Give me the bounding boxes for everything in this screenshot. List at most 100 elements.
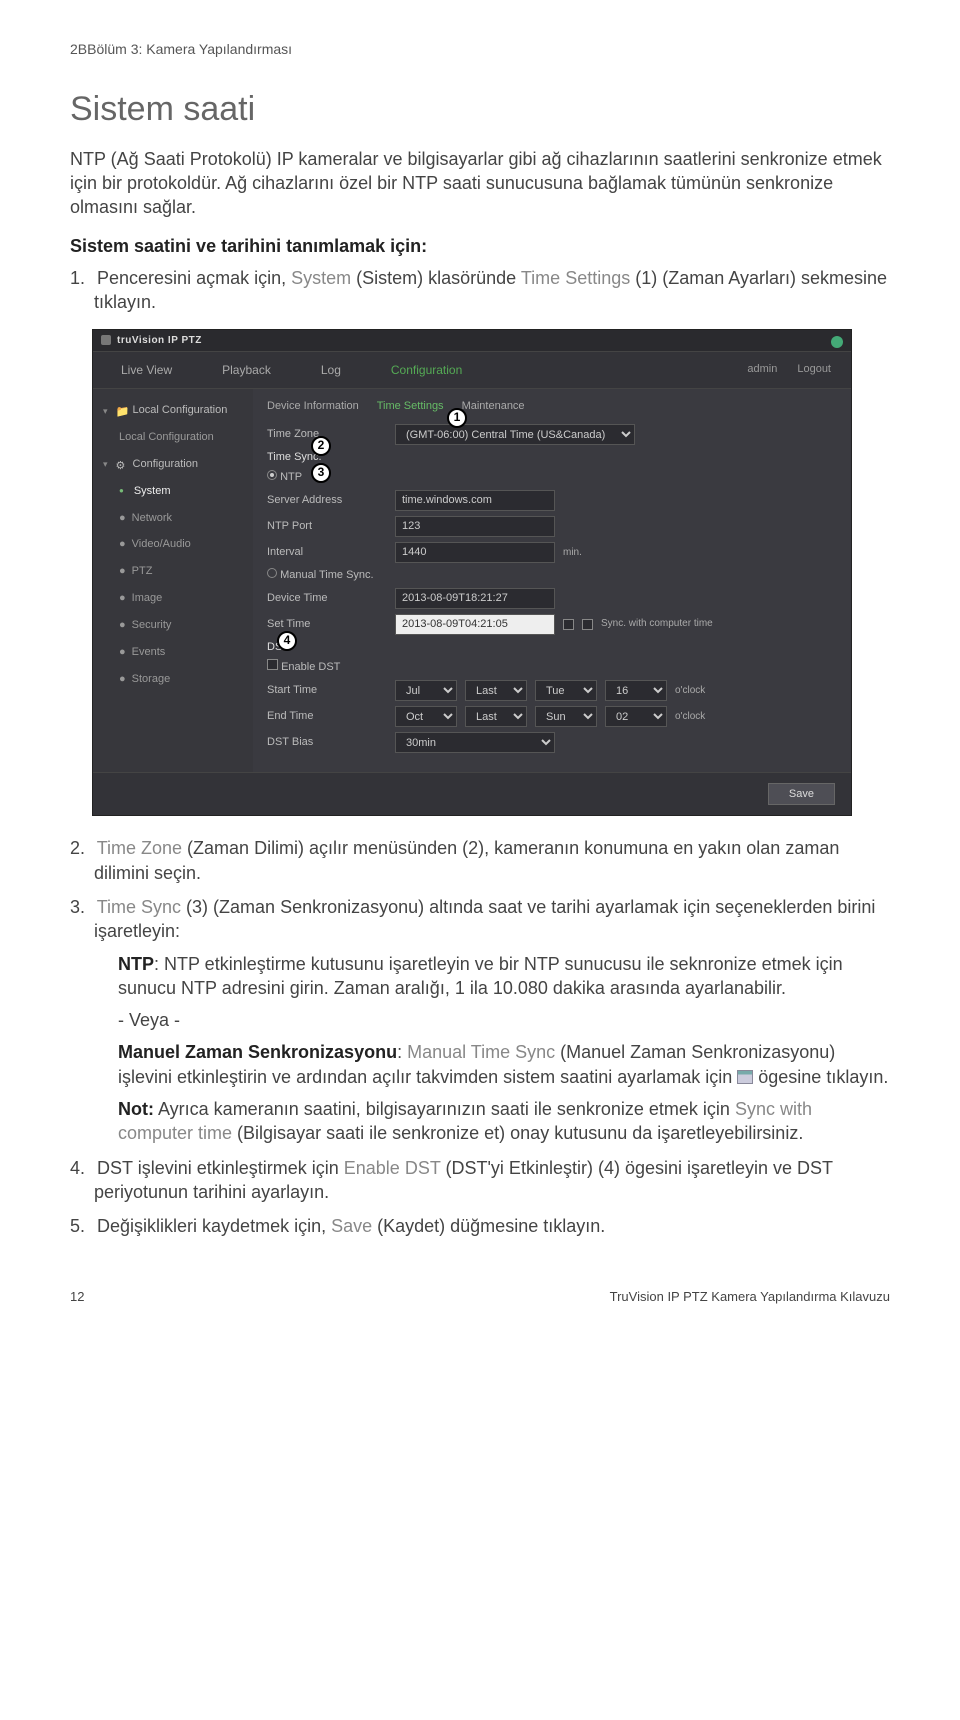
step-number: 3. (70, 895, 92, 919)
menu-configuration[interactable]: Configuration (391, 362, 462, 378)
sidebar: ▾📁Local Configuration Local Configuratio… (93, 389, 253, 772)
menu-log[interactable]: Log (321, 362, 341, 378)
section-timesync: Time Sync. (267, 450, 837, 465)
end-hour-select[interactable]: 02 (605, 706, 667, 727)
label-starttime: Start Time (267, 683, 387, 698)
embedded-screenshot: truVision IP PTZ Live View Playback Log … (92, 329, 852, 817)
step-2: 2. Time Zone (Zaman Dilimi) açılır menüs… (94, 836, 890, 885)
save-button[interactable]: Save (768, 783, 835, 805)
label-oclock: o'clock (675, 710, 705, 724)
window-titlebar: truVision IP PTZ (93, 330, 851, 353)
logout-link[interactable]: Logout (797, 362, 831, 377)
step-keyword: System (291, 268, 351, 288)
sidebar-item-ptz[interactable]: ● PTZ (93, 558, 253, 585)
step-number: 2. (70, 836, 92, 860)
page-title: Sistem saati (70, 87, 890, 133)
tab-maintenance[interactable]: Maintenance (462, 399, 525, 414)
step-keyword: Time Zone (97, 838, 182, 858)
label-oclock: o'clock (675, 684, 705, 698)
step-text: (Kaydet) düğmesine tıklayın. (372, 1216, 605, 1236)
label-interval: Interval (267, 545, 387, 560)
label-ntp-port: NTP Port (267, 519, 387, 534)
sidebar-local-config[interactable]: ▾📁Local Configuration (93, 397, 253, 424)
callout-2: 2 (311, 436, 331, 456)
sidebar-item-security[interactable]: ● Security (93, 612, 253, 639)
step-text: (Sistem) klasöründe (351, 268, 521, 288)
start-day-select[interactable]: Tue (535, 680, 597, 701)
step-keyword: Save (331, 1216, 372, 1236)
end-day-select[interactable]: Sun (535, 706, 597, 727)
calendar-icon (737, 1070, 753, 1084)
step-text: (Zaman Dilimi) açılır menüsünden (2), ka… (94, 838, 839, 882)
gear-icon: ⚙ (116, 459, 127, 470)
start-hour-select[interactable]: 16 (605, 680, 667, 701)
label-devicetime: Device Time (267, 591, 387, 606)
callout-1: 1 (447, 408, 467, 428)
tab-device-info[interactable]: Device Information (267, 399, 359, 414)
callout-4: 4 (277, 631, 297, 651)
help-icon[interactable] (831, 336, 843, 348)
end-week-select[interactable]: Last (465, 706, 527, 727)
or-divider: - Veya - (118, 1008, 890, 1032)
dst-bias-select[interactable]: 30min (395, 732, 555, 753)
step-keyword: Enable DST (344, 1158, 441, 1178)
ntp-port-input[interactable] (395, 516, 555, 537)
folder-icon: 📁 (116, 405, 127, 416)
sidebar-item-events[interactable]: ● Events (93, 639, 253, 666)
device-time-display (395, 588, 555, 609)
label-endtime: End Time (267, 709, 387, 724)
label-min: min. (563, 546, 582, 560)
label-settime: Set Time (267, 617, 387, 632)
user-label: admin (747, 362, 777, 377)
label-ntp: NTP (280, 471, 302, 483)
sidebar-item-storage[interactable]: ● Storage (93, 666, 253, 693)
step-text: (3) (Zaman Senkronizasyonu) altında saat… (94, 897, 875, 941)
label-sync: Sync. with computer time (601, 617, 713, 631)
step-3: 3. Time Sync (3) (Zaman Senkronizasyonu)… (94, 895, 890, 1146)
step-number: 1. (70, 266, 92, 290)
menu-live-view[interactable]: Live View (121, 362, 172, 378)
step-text: Penceresini açmak için, (97, 268, 291, 288)
enable-dst-checkbox[interactable] (267, 659, 278, 670)
settings-tabs: Device Information Time Settings Mainten… (267, 399, 837, 414)
radio-ntp[interactable] (267, 470, 277, 480)
start-month-select[interactable]: Jul (395, 680, 457, 701)
label-enabledst: Enable DST (281, 661, 340, 673)
chevron-down-icon: ▾ (103, 458, 108, 470)
menu-playback[interactable]: Playback (222, 362, 271, 378)
ntp-paragraph: NTP: NTP etkinleştirme kutusunu işaretle… (118, 952, 890, 1001)
interval-input[interactable] (395, 542, 555, 563)
step-4: 4. DST işlevini etkinleştirmek için Enab… (94, 1156, 890, 1205)
label-manual: Manual Time Sync. (280, 569, 374, 581)
sidebar-item-system[interactable]: System (93, 478, 253, 505)
footer-title: TruVision IP PTZ Kamera Yapılandırma Kıl… (610, 1288, 890, 1306)
sidebar-item-network[interactable]: ● Network (93, 505, 253, 532)
end-month-select[interactable]: Oct (395, 706, 457, 727)
note-paragraph: Not: Ayrıca kameranın saatini, bilgisaya… (118, 1097, 890, 1146)
content-pane: Device Information Time Settings Mainten… (253, 389, 851, 772)
section-dst: DST (267, 640, 837, 655)
set-time-input[interactable] (395, 614, 555, 635)
sidebar-item-video[interactable]: ● Video/Audio (93, 531, 253, 558)
step-1: 1. Penceresini açmak için, System (Siste… (94, 266, 890, 315)
start-week-select[interactable]: Last (465, 680, 527, 701)
sidebar-configuration[interactable]: ▾⚙Configuration (93, 451, 253, 478)
step-number: 5. (70, 1214, 92, 1238)
main-menu: Live View Playback Log Configuration adm… (93, 352, 851, 389)
timezone-select[interactable]: (GMT-06:00) Central Time (US&Canada) (395, 424, 635, 445)
sidebar-item-image[interactable]: ● Image (93, 585, 253, 612)
step-text: Değişiklikleri kaydetmek için, (97, 1216, 331, 1236)
sidebar-local-config-sub[interactable]: Local Configuration (93, 424, 253, 451)
radio-manual[interactable] (267, 568, 277, 578)
label-dstbias: DST Bias (267, 735, 387, 750)
tab-time-settings[interactable]: Time Settings (377, 399, 444, 414)
step-5: 5. Değişiklikleri kaydetmek için, Save (… (94, 1214, 890, 1238)
step-keyword: Time Sync (97, 897, 181, 917)
callout-3: 3 (311, 463, 331, 483)
intro-paragraph: NTP (Ağ Saati Protokolü) IP kameralar ve… (70, 147, 890, 220)
procedure-subtitle: Sistem saatini ve tarihini tanımlamak iç… (70, 234, 890, 258)
sync-checkbox[interactable] (582, 619, 593, 630)
server-address-input[interactable] (395, 490, 555, 511)
chevron-down-icon: ▾ (103, 405, 108, 417)
calendar-icon[interactable] (563, 619, 574, 630)
